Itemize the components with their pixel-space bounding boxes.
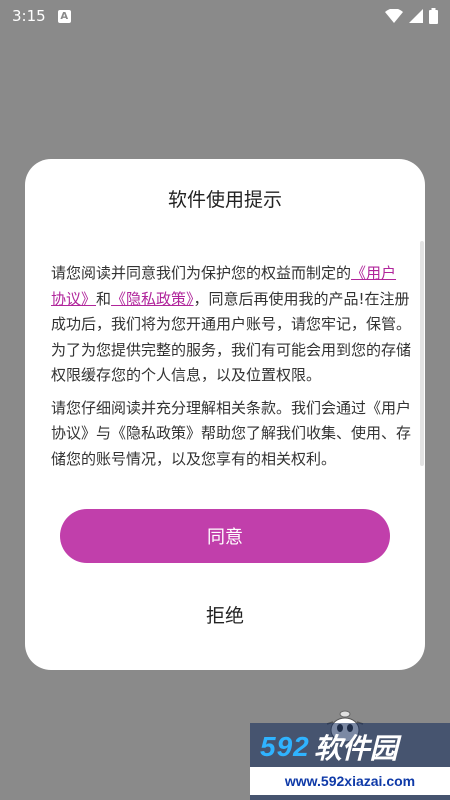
signal-icon — [409, 9, 423, 23]
dialog-body[interactable]: 请您阅读并同意我们为保护您的权益而制定的《用户协议》和《隐私政策》，同意后再使用… — [51, 261, 411, 489]
terms-paragraph-2: 请您仔细阅读并充分理解相关条款。我们会通过《用户协议》与《隐私政策》帮助您了解我… — [51, 398, 411, 468]
privacy-policy-link[interactable]: 《隐私政策》 — [111, 290, 194, 308]
agree-button[interactable]: 同意 — [60, 509, 390, 563]
watermark: 592 软件园 www.592xiazai.com — [250, 723, 450, 800]
dialog-title: 软件使用提示 — [167, 189, 282, 211]
battery-icon — [429, 8, 438, 24]
software-usage-dialog: 软件使用提示 请您阅读并同意我们为保护您的权益而制定的《用户协议》和《隐私政策》… — [25, 159, 425, 670]
status-bar-right — [385, 8, 438, 24]
status-time: 3:15 — [12, 7, 46, 25]
terms-paragraph-1: 请您阅读并同意我们为保护您的权益而制定的《用户协议》和《隐私政策》，同意后再使用… — [51, 261, 411, 389]
watermark-brand: 软件园 — [313, 733, 398, 764]
wifi-icon — [385, 9, 403, 23]
and-text: 和 — [96, 289, 112, 308]
intro-text: 请您阅读并同意我们为保护您的权益而制定的 — [51, 264, 352, 282]
notification-icon: A — [57, 9, 71, 23]
status-bar: 3:15 A — [0, 0, 450, 32]
scrollbar[interactable] — [420, 241, 424, 466]
status-bar-left: 3:15 A — [12, 7, 71, 25]
watermark-url: www.592xiazai.com — [250, 767, 450, 795]
watermark-number: 592 — [260, 731, 310, 762]
reject-button[interactable]: 拒绝 — [160, 593, 290, 635]
watermark-logo: 592 软件园 — [260, 727, 398, 767]
